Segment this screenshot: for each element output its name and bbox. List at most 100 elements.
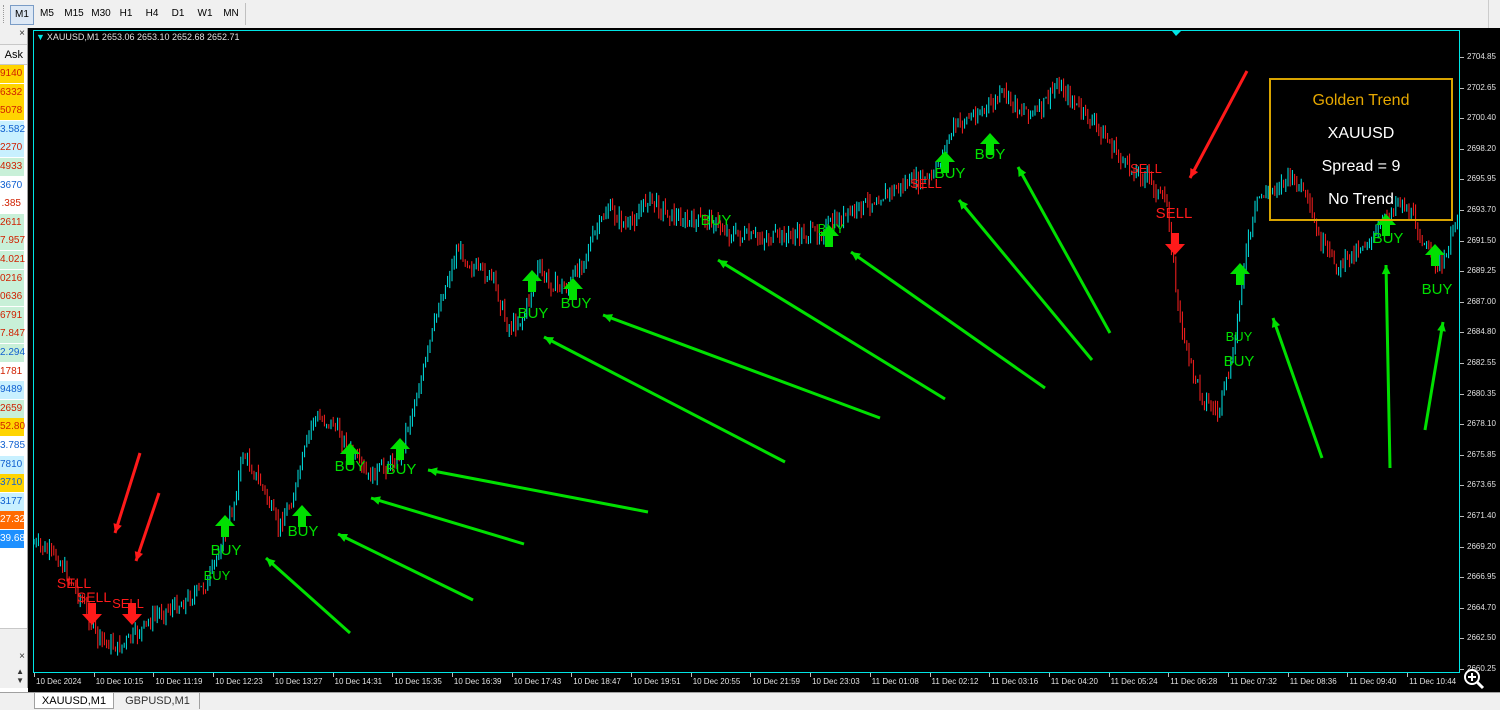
timeframe-m5-button[interactable]: M5 <box>35 5 59 23</box>
time-axis-tick <box>1168 673 1170 677</box>
zoom-icon[interactable] <box>1463 668 1485 690</box>
market-watch-ask-cell[interactable]: 4.021 <box>0 251 25 269</box>
indicator-spread: Spread = 9 <box>1321 158 1401 175</box>
toolbar-separator <box>245 3 246 25</box>
chart-symbol-info: ▼ XAUUSD,M1 2653.06 2653.10 2652.68 2652.… <box>36 32 240 42</box>
market-watch-panel: × Ask 9140 6332 5078 3.582 2270 4933 3670.385 2… <box>0 28 28 688</box>
market-watch-ask-cell[interactable]: 6332 <box>0 83 24 102</box>
market-watch-ask-cell[interactable]: 27.32 <box>0 511 25 530</box>
market-watch-ask-cell[interactable]: 6791 <box>0 306 24 325</box>
market-watch-ask-cell[interactable]: 4933 <box>0 158 24 176</box>
price-axis-label: 2673.65 <box>1467 480 1496 490</box>
price-axis-tick <box>1460 87 1464 89</box>
market-watch-ask-cell[interactable]: 2659 <box>0 399 24 418</box>
price-axis-tick <box>1460 546 1464 548</box>
market-watch-ask-cell[interactable]: .385 <box>0 195 24 214</box>
market-watch-ask-cell[interactable]: 2270 <box>0 139 24 158</box>
annotation-arrow-green <box>370 496 525 546</box>
price-axis-tick <box>1460 118 1464 120</box>
market-watch-ask-cell[interactable]: 3177 <box>0 492 24 511</box>
sell-signal-label: SELL <box>112 596 144 611</box>
market-watch-ask-cell[interactable]: 5078 <box>0 102 24 121</box>
buy-signal-label: BUY <box>335 458 366 475</box>
market-watch-ask-cell[interactable]: 7.847 <box>0 325 25 344</box>
time-axis-label: 10 Dec 13:27 <box>274 677 323 686</box>
annotation-arrow-green <box>543 335 786 464</box>
price-axis-label: 2662.50 <box>1467 633 1496 643</box>
time-axis-tick <box>392 673 394 677</box>
market-watch-ask-cell[interactable]: 7.957 <box>0 232 25 251</box>
time-axis-label: 11 Dec 07:32 <box>1230 677 1277 686</box>
time-axis-tick <box>989 673 991 677</box>
timeframe-d1-button[interactable]: D1 <box>166 5 190 23</box>
time-axis-label: 10 Dec 21:59 <box>752 677 800 686</box>
time-axis-label: 10 Dec 20:55 <box>692 677 741 686</box>
buy-signal-label: BUY <box>561 295 592 312</box>
sell-signal-label: SELL <box>910 176 942 191</box>
close-icon[interactable]: × <box>19 651 25 662</box>
timeframe-h1-button[interactable]: H1 <box>114 5 138 23</box>
scroll-down-icon[interactable]: ▼ <box>16 676 24 685</box>
price-axis-tick <box>1460 424 1464 426</box>
time-axis-label: 10 Dec 23:03 <box>812 677 860 686</box>
annotation-arrow-red <box>113 452 142 534</box>
market-watch-ask-cell[interactable]: 3.785 <box>0 437 25 455</box>
buy-signal-label: BUY <box>204 568 231 583</box>
toolbar-end-button[interactable] <box>1488 0 1500 28</box>
price-chart[interactable]: BUY BUY BUY BUY BUY BUY BUY BUY BUY BUY BUY BUY BUY B… <box>28 28 1500 692</box>
price-axis-label: 2669.20 <box>1467 541 1496 551</box>
time-axis-label: 11 Dec 09:40 <box>1349 677 1397 686</box>
market-watch-ask-cell[interactable]: 3.582 <box>0 120 25 139</box>
time-axis-tick <box>1407 673 1409 677</box>
price-axis-label: 2700.40 <box>1467 113 1496 123</box>
market-watch-ask-cell[interactable]: 39.68 <box>0 530 25 548</box>
market-watch-ask-cell[interactable]: 0216 <box>0 269 24 288</box>
price-axis-label: 2695.95 <box>1467 174 1496 184</box>
ask-column-header[interactable]: Ask <box>0 45 27 65</box>
sell-signal-label: SELL <box>1156 205 1193 222</box>
timeframe-m1-button[interactable]: M1 <box>10 5 34 25</box>
time-axis-label: 11 Dec 04:20 <box>1050 677 1098 686</box>
tab-xauusd-m1[interactable]: XAUUSD,M1 <box>34 693 114 709</box>
price-axis-tick <box>1460 179 1464 181</box>
time-axis-label: 11 Dec 08:36 <box>1289 677 1337 686</box>
timeframe-m30-button[interactable]: M30 <box>87 5 115 23</box>
annotation-arrow-green <box>602 313 881 420</box>
market-watch-ask-cell[interactable]: 9489 <box>0 381 24 400</box>
market-watch-ask-cell[interactable]: 9140 <box>0 65 24 83</box>
timeframe-m15-button[interactable]: M15 <box>60 5 88 23</box>
timeframe-mn-button[interactable]: MN <box>218 5 244 23</box>
time-axis-label: 10 Dec 14:31 <box>334 677 383 686</box>
tab-gbpusd-m1[interactable]: GBPUSD,M1 <box>116 693 200 709</box>
market-watch-ask-cell[interactable]: 2611 <box>0 213 24 232</box>
market-watch-ask-cell[interactable]: 2.294 <box>0 344 25 362</box>
close-icon[interactable]: × <box>19 28 25 39</box>
price-axis-tick <box>1460 57 1464 58</box>
market-watch-ask-cell[interactable]: 52.80 <box>0 418 25 437</box>
scroll-arrows[interactable]: ▲ ▼ <box>16 667 24 685</box>
symbol-quote-text: XAUUSD,M1 2653.06 2653.10 2652.68 2652.7… <box>46 32 240 42</box>
time-axis-label: 11 Dec 03:16 <box>991 677 1039 686</box>
price-axis-label: 2664.70 <box>1467 602 1496 612</box>
market-watch-ask-cell[interactable]: 3710 <box>0 474 24 493</box>
toolbar-grip[interactable] <box>3 5 7 23</box>
time-axis-tick <box>272 673 274 677</box>
indicator-trend: No Trend <box>1328 191 1394 208</box>
collapse-triangle-icon[interactable]: ▼ <box>36 32 45 42</box>
market-watch-ask-cell[interactable]: 7810 <box>0 455 24 474</box>
annotation-arrow-green <box>1016 166 1112 334</box>
price-axis-label: 2698.20 <box>1467 143 1496 153</box>
timeframe-h4-button[interactable]: H4 <box>140 5 164 23</box>
market-watch-ask-cell[interactable]: 1781 <box>0 362 24 381</box>
annotation-arrow-green <box>265 556 351 635</box>
timeframe-w1-button[interactable]: W1 <box>192 5 218 23</box>
price-axis-label: 2691.50 <box>1467 235 1496 245</box>
time-axis-tick <box>929 673 931 677</box>
market-watch-ask-cell[interactable]: 3670 <box>0 176 24 195</box>
scroll-up-icon[interactable]: ▲ <box>16 667 24 676</box>
market-watch-ask-cell[interactable]: 0636 <box>0 288 24 307</box>
time-axis-label: 10 Dec 17:43 <box>513 677 562 686</box>
chart-shift-marker-icon <box>1172 31 1181 36</box>
time-axis-tick <box>1048 673 1050 677</box>
price-axis-tick <box>1460 485 1464 487</box>
